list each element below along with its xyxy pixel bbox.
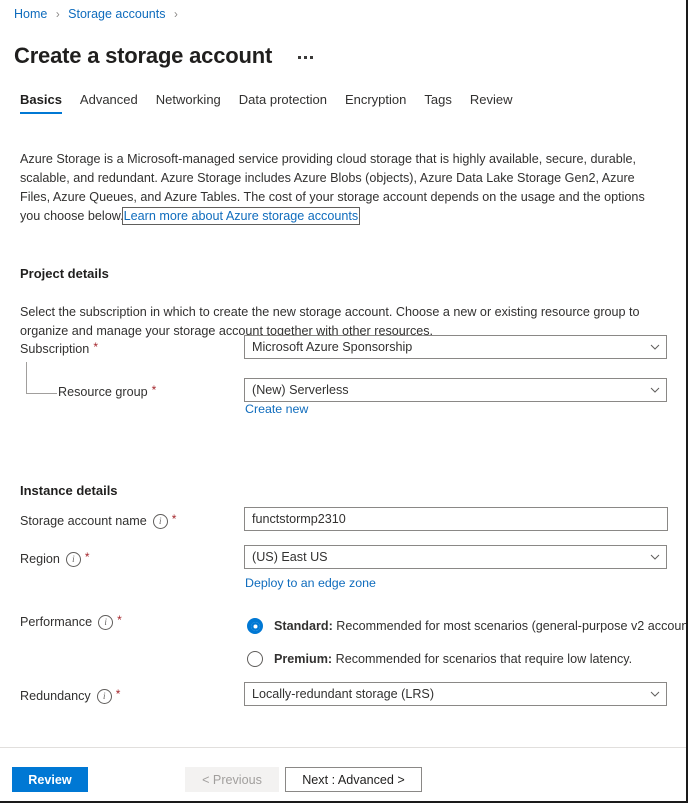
- performance-premium-bold: Premium:: [274, 652, 332, 666]
- chevron-down-icon: [650, 689, 660, 699]
- performance-option-premium[interactable]: Premium: Recommended for scenarios that …: [247, 651, 632, 667]
- info-icon[interactable]: i: [98, 615, 113, 630]
- required-asterisk: *: [85, 552, 90, 562]
- chevron-down-icon: [650, 385, 660, 395]
- breadcrumb: Home › Storage accounts ›: [14, 6, 183, 23]
- wizard-footer: Review < Previous Next : Advanced >: [0, 748, 686, 801]
- subscription-dropdown[interactable]: Microsoft Azure Sponsorship: [244, 335, 667, 359]
- label-text: Performance: [20, 614, 92, 630]
- label-text: Region: [20, 551, 60, 567]
- tab-review[interactable]: Review: [461, 92, 522, 114]
- chevron-down-icon: [650, 552, 660, 562]
- required-asterisk: *: [93, 342, 98, 352]
- label-text: Storage account name: [20, 513, 147, 529]
- tab-encryption[interactable]: Encryption: [336, 92, 415, 114]
- storage-account-name-input[interactable]: functstormp2310: [244, 507, 668, 531]
- info-icon[interactable]: i: [153, 514, 168, 529]
- wizard-tabs: Basics Advanced Networking Data protecti…: [11, 88, 521, 114]
- tab-basics[interactable]: Basics: [11, 92, 71, 114]
- region-dropdown[interactable]: (US) East US: [244, 545, 667, 569]
- subscription-value: Microsoft Azure Sponsorship: [252, 340, 644, 354]
- radio-selected-icon: [247, 618, 263, 634]
- tab-tags[interactable]: Tags: [415, 92, 460, 114]
- label-text: Subscription: [20, 341, 89, 357]
- label-subscription: Subscription *: [20, 341, 98, 357]
- section-heading-project-details: Project details: [20, 266, 109, 281]
- resource-group-dropdown[interactable]: (New) Serverless: [244, 378, 667, 402]
- performance-option-standard[interactable]: Standard: Recommended for most scenarios…: [247, 618, 688, 634]
- previous-button: < Previous: [185, 767, 279, 792]
- required-asterisk: *: [152, 385, 157, 395]
- tab-networking[interactable]: Networking: [147, 92, 230, 114]
- label-text: Resource group: [58, 384, 148, 400]
- storage-account-name-value: functstormp2310: [252, 512, 661, 526]
- chevron-down-icon: [650, 342, 660, 352]
- label-storage-account-name: Storage account name i *: [20, 513, 176, 529]
- performance-premium-label: Premium: Recommended for scenarios that …: [274, 652, 632, 666]
- more-commands-icon[interactable]: [294, 50, 317, 61]
- resource-group-value: (New) Serverless: [252, 383, 644, 397]
- info-icon[interactable]: i: [97, 689, 112, 704]
- dot: [310, 56, 313, 59]
- page-title: Create a storage account: [14, 41, 272, 71]
- redundancy-value: Locally-redundant storage (LRS): [252, 687, 644, 701]
- tab-data-protection[interactable]: Data protection: [230, 92, 336, 114]
- performance-standard-rest: Recommended for most scenarios (general-…: [333, 619, 688, 633]
- label-resource-group: Resource group *: [58, 384, 156, 400]
- breadcrumb-item-storage-accounts[interactable]: Storage accounts: [68, 7, 165, 21]
- learn-more-link[interactable]: Learn more about Azure storage accounts: [124, 209, 359, 223]
- label-text: Redundancy: [20, 688, 91, 704]
- tab-advanced[interactable]: Advanced: [71, 92, 147, 114]
- label-region: Region i *: [20, 551, 90, 567]
- label-performance: Performance i *: [20, 614, 122, 630]
- create-new-resource-group-link[interactable]: Create new: [245, 402, 308, 416]
- required-asterisk: *: [117, 615, 122, 625]
- redundancy-dropdown[interactable]: Locally-redundant storage (LRS): [244, 682, 667, 706]
- resource-group-tree-connector: [26, 362, 57, 394]
- performance-premium-rest: Recommended for scenarios that require l…: [332, 652, 632, 666]
- required-asterisk: *: [172, 514, 177, 524]
- breadcrumb-separator-icon: ›: [56, 9, 60, 21]
- radio-unselected-icon: [247, 651, 263, 667]
- performance-standard-label: Standard: Recommended for most scenarios…: [274, 619, 688, 633]
- label-redundancy: Redundancy i *: [20, 688, 120, 704]
- next-advanced-button[interactable]: Next : Advanced >: [285, 767, 422, 792]
- review-button[interactable]: Review: [12, 767, 88, 792]
- title-row: Create a storage account: [14, 26, 317, 85]
- create-storage-account-blade: Home › Storage accounts › Create a stora…: [0, 0, 688, 803]
- breadcrumb-item-home[interactable]: Home: [14, 7, 47, 21]
- performance-standard-bold: Standard:: [274, 619, 333, 633]
- deploy-to-edge-zone-link[interactable]: Deploy to an edge zone: [245, 576, 376, 590]
- dot: [298, 56, 301, 59]
- breadcrumb-separator-icon: ›: [174, 9, 178, 21]
- blade-description: Azure Storage is a Microsoft-managed ser…: [20, 150, 668, 226]
- required-asterisk: *: [116, 689, 121, 699]
- info-icon[interactable]: i: [66, 552, 81, 567]
- section-heading-instance-details: Instance details: [20, 483, 118, 498]
- region-value: (US) East US: [252, 550, 644, 564]
- dot: [304, 56, 307, 59]
